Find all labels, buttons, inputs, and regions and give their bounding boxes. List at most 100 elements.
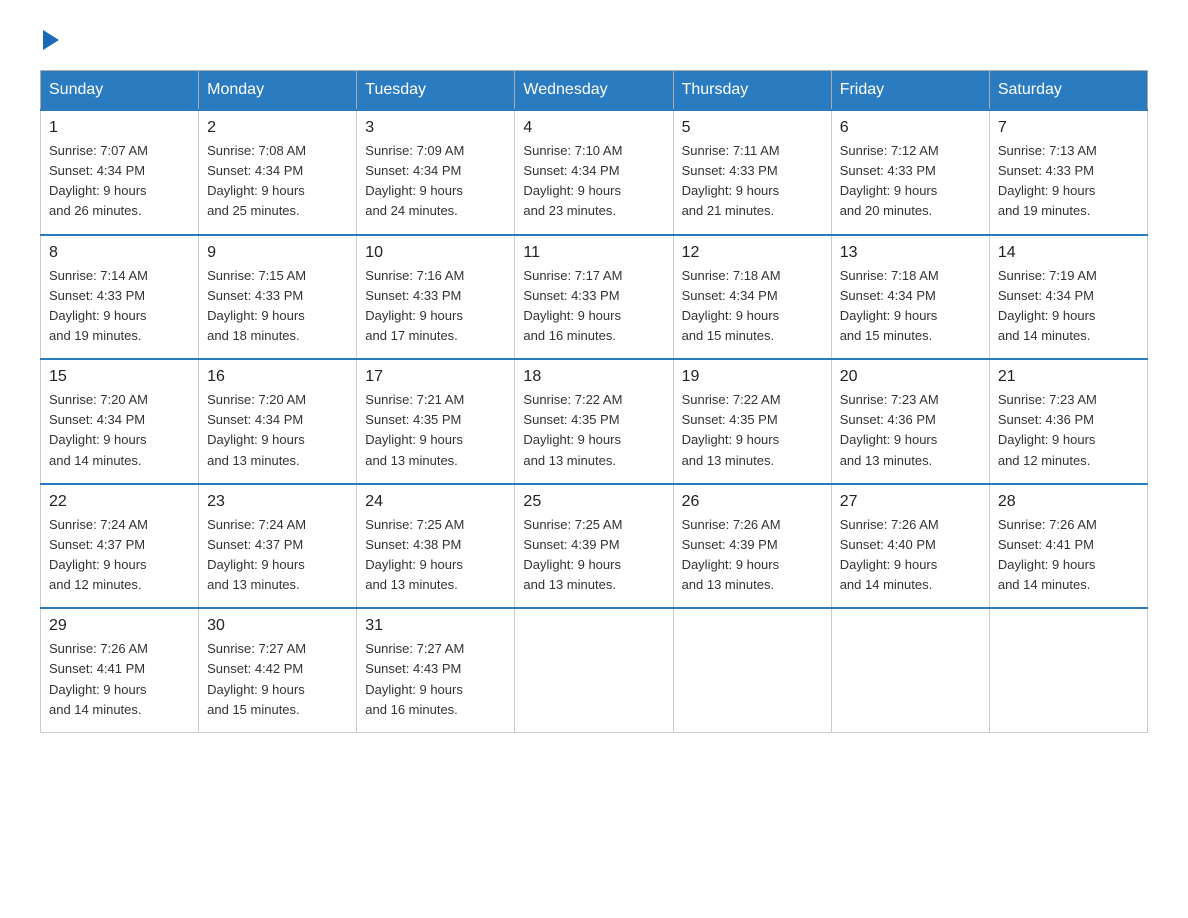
- day-number: 1: [49, 119, 190, 137]
- day-number: 28: [998, 493, 1139, 511]
- day-number: 31: [365, 617, 506, 635]
- calendar-week-row: 8 Sunrise: 7:14 AM Sunset: 4:33 PM Dayli…: [41, 235, 1148, 360]
- day-info: Sunrise: 7:14 AM Sunset: 4:33 PM Dayligh…: [49, 266, 190, 347]
- day-info: Sunrise: 7:27 AM Sunset: 4:43 PM Dayligh…: [365, 639, 506, 720]
- day-number: 3: [365, 119, 506, 137]
- day-info: Sunrise: 7:09 AM Sunset: 4:34 PM Dayligh…: [365, 141, 506, 222]
- day-info: Sunrise: 7:26 AM Sunset: 4:40 PM Dayligh…: [840, 515, 981, 596]
- day-info: Sunrise: 7:10 AM Sunset: 4:34 PM Dayligh…: [523, 141, 664, 222]
- day-info: Sunrise: 7:20 AM Sunset: 4:34 PM Dayligh…: [207, 390, 348, 471]
- calendar-day-cell: 27 Sunrise: 7:26 AM Sunset: 4:40 PM Dayl…: [831, 484, 989, 609]
- day-info: Sunrise: 7:26 AM Sunset: 4:41 PM Dayligh…: [998, 515, 1139, 596]
- calendar-day-cell: 2 Sunrise: 7:08 AM Sunset: 4:34 PM Dayli…: [199, 110, 357, 235]
- day-number: 21: [998, 368, 1139, 386]
- day-info: Sunrise: 7:26 AM Sunset: 4:41 PM Dayligh…: [49, 639, 190, 720]
- calendar-day-cell: 6 Sunrise: 7:12 AM Sunset: 4:33 PM Dayli…: [831, 110, 989, 235]
- day-number: 5: [682, 119, 823, 137]
- day-info: Sunrise: 7:24 AM Sunset: 4:37 PM Dayligh…: [207, 515, 348, 596]
- calendar-day-cell: 21 Sunrise: 7:23 AM Sunset: 4:36 PM Dayl…: [989, 359, 1147, 484]
- day-info: Sunrise: 7:24 AM Sunset: 4:37 PM Dayligh…: [49, 515, 190, 596]
- day-number: 19: [682, 368, 823, 386]
- calendar-day-cell: 18 Sunrise: 7:22 AM Sunset: 4:35 PM Dayl…: [515, 359, 673, 484]
- calendar-day-cell: 1 Sunrise: 7:07 AM Sunset: 4:34 PM Dayli…: [41, 110, 199, 235]
- calendar-day-cell: 14 Sunrise: 7:19 AM Sunset: 4:34 PM Dayl…: [989, 235, 1147, 360]
- calendar-table: SundayMondayTuesdayWednesdayThursdayFrid…: [40, 70, 1148, 733]
- logo: [40, 30, 59, 46]
- calendar-day-cell: 15 Sunrise: 7:20 AM Sunset: 4:34 PM Dayl…: [41, 359, 199, 484]
- day-number: 13: [840, 244, 981, 262]
- calendar-day-cell: 9 Sunrise: 7:15 AM Sunset: 4:33 PM Dayli…: [199, 235, 357, 360]
- calendar-day-cell: 17 Sunrise: 7:21 AM Sunset: 4:35 PM Dayl…: [357, 359, 515, 484]
- calendar-week-row: 22 Sunrise: 7:24 AM Sunset: 4:37 PM Dayl…: [41, 484, 1148, 609]
- day-info: Sunrise: 7:18 AM Sunset: 4:34 PM Dayligh…: [840, 266, 981, 347]
- calendar-day-cell: 13 Sunrise: 7:18 AM Sunset: 4:34 PM Dayl…: [831, 235, 989, 360]
- calendar-day-cell: 20 Sunrise: 7:23 AM Sunset: 4:36 PM Dayl…: [831, 359, 989, 484]
- day-number: 14: [998, 244, 1139, 262]
- day-info: Sunrise: 7:25 AM Sunset: 4:39 PM Dayligh…: [523, 515, 664, 596]
- day-number: 17: [365, 368, 506, 386]
- calendar-day-cell: 24 Sunrise: 7:25 AM Sunset: 4:38 PM Dayl…: [357, 484, 515, 609]
- day-number: 9: [207, 244, 348, 262]
- day-number: 18: [523, 368, 664, 386]
- calendar-day-cell: 3 Sunrise: 7:09 AM Sunset: 4:34 PM Dayli…: [357, 110, 515, 235]
- day-number: 20: [840, 368, 981, 386]
- day-number: 6: [840, 119, 981, 137]
- day-info: Sunrise: 7:21 AM Sunset: 4:35 PM Dayligh…: [365, 390, 506, 471]
- day-info: Sunrise: 7:19 AM Sunset: 4:34 PM Dayligh…: [998, 266, 1139, 347]
- day-number: 8: [49, 244, 190, 262]
- day-info: Sunrise: 7:13 AM Sunset: 4:33 PM Dayligh…: [998, 141, 1139, 222]
- day-number: 7: [998, 119, 1139, 137]
- day-number: 24: [365, 493, 506, 511]
- day-info: Sunrise: 7:20 AM Sunset: 4:34 PM Dayligh…: [49, 390, 190, 471]
- day-number: 11: [523, 244, 664, 262]
- calendar-day-cell: 19 Sunrise: 7:22 AM Sunset: 4:35 PM Dayl…: [673, 359, 831, 484]
- calendar-header-tuesday: Tuesday: [357, 71, 515, 111]
- calendar-day-cell: 23 Sunrise: 7:24 AM Sunset: 4:37 PM Dayl…: [199, 484, 357, 609]
- calendar-day-cell: 16 Sunrise: 7:20 AM Sunset: 4:34 PM Dayl…: [199, 359, 357, 484]
- day-info: Sunrise: 7:27 AM Sunset: 4:42 PM Dayligh…: [207, 639, 348, 720]
- day-info: Sunrise: 7:15 AM Sunset: 4:33 PM Dayligh…: [207, 266, 348, 347]
- day-info: Sunrise: 7:26 AM Sunset: 4:39 PM Dayligh…: [682, 515, 823, 596]
- calendar-day-cell: 30 Sunrise: 7:27 AM Sunset: 4:42 PM Dayl…: [199, 608, 357, 732]
- day-info: Sunrise: 7:07 AM Sunset: 4:34 PM Dayligh…: [49, 141, 190, 222]
- day-info: Sunrise: 7:23 AM Sunset: 4:36 PM Dayligh…: [840, 390, 981, 471]
- day-number: 26: [682, 493, 823, 511]
- day-info: Sunrise: 7:22 AM Sunset: 4:35 PM Dayligh…: [523, 390, 664, 471]
- calendar-day-cell: 7 Sunrise: 7:13 AM Sunset: 4:33 PM Dayli…: [989, 110, 1147, 235]
- calendar-day-cell: 29 Sunrise: 7:26 AM Sunset: 4:41 PM Dayl…: [41, 608, 199, 732]
- day-number: 25: [523, 493, 664, 511]
- calendar-day-cell: 4 Sunrise: 7:10 AM Sunset: 4:34 PM Dayli…: [515, 110, 673, 235]
- day-info: Sunrise: 7:17 AM Sunset: 4:33 PM Dayligh…: [523, 266, 664, 347]
- calendar-header-row: SundayMondayTuesdayWednesdayThursdayFrid…: [41, 71, 1148, 111]
- calendar-day-cell: 12 Sunrise: 7:18 AM Sunset: 4:34 PM Dayl…: [673, 235, 831, 360]
- calendar-day-cell: [515, 608, 673, 732]
- logo-arrow-icon: [43, 30, 59, 50]
- day-number: 30: [207, 617, 348, 635]
- calendar-day-cell: 5 Sunrise: 7:11 AM Sunset: 4:33 PM Dayli…: [673, 110, 831, 235]
- calendar-day-cell: 31 Sunrise: 7:27 AM Sunset: 4:43 PM Dayl…: [357, 608, 515, 732]
- logo-line1: [40, 30, 59, 50]
- day-number: 2: [207, 119, 348, 137]
- day-number: 22: [49, 493, 190, 511]
- day-info: Sunrise: 7:25 AM Sunset: 4:38 PM Dayligh…: [365, 515, 506, 596]
- day-number: 23: [207, 493, 348, 511]
- day-info: Sunrise: 7:23 AM Sunset: 4:36 PM Dayligh…: [998, 390, 1139, 471]
- day-number: 4: [523, 119, 664, 137]
- calendar-day-cell: [673, 608, 831, 732]
- calendar-week-row: 15 Sunrise: 7:20 AM Sunset: 4:34 PM Dayl…: [41, 359, 1148, 484]
- day-info: Sunrise: 7:18 AM Sunset: 4:34 PM Dayligh…: [682, 266, 823, 347]
- day-number: 27: [840, 493, 981, 511]
- calendar-day-cell: 25 Sunrise: 7:25 AM Sunset: 4:39 PM Dayl…: [515, 484, 673, 609]
- calendar-day-cell: 22 Sunrise: 7:24 AM Sunset: 4:37 PM Dayl…: [41, 484, 199, 609]
- calendar-header-saturday: Saturday: [989, 71, 1147, 111]
- calendar-day-cell: 26 Sunrise: 7:26 AM Sunset: 4:39 PM Dayl…: [673, 484, 831, 609]
- calendar-header-thursday: Thursday: [673, 71, 831, 111]
- day-info: Sunrise: 7:08 AM Sunset: 4:34 PM Dayligh…: [207, 141, 348, 222]
- day-info: Sunrise: 7:16 AM Sunset: 4:33 PM Dayligh…: [365, 266, 506, 347]
- calendar-header-friday: Friday: [831, 71, 989, 111]
- day-number: 16: [207, 368, 348, 386]
- calendar-day-cell: 28 Sunrise: 7:26 AM Sunset: 4:41 PM Dayl…: [989, 484, 1147, 609]
- day-number: 29: [49, 617, 190, 635]
- calendar-day-cell: [831, 608, 989, 732]
- calendar-day-cell: [989, 608, 1147, 732]
